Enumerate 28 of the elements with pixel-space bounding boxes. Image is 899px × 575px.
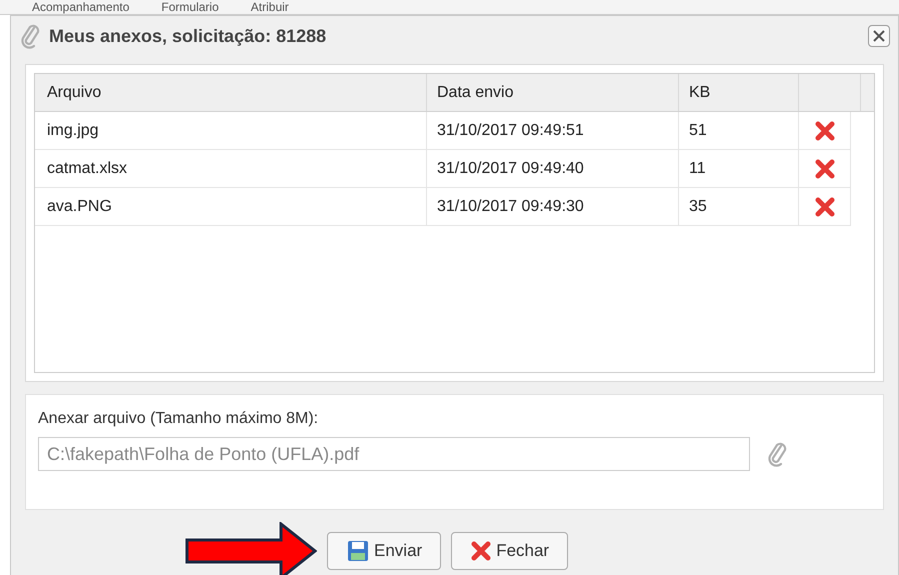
window-title: Meus anexos, solicitação: 81288 (49, 24, 328, 48)
table-cell: 31/10/2017 09:49:30 (427, 188, 679, 225)
paperclip-icon (19, 23, 41, 49)
paperclip-icon (766, 441, 788, 467)
delete-icon[interactable] (814, 120, 836, 142)
column-header[interactable]: Arquivo (35, 74, 427, 111)
table-cell: ava.PNG (35, 188, 427, 225)
close-button[interactable]: Fechar (451, 532, 568, 570)
table-cell: catmat.xlsx (35, 150, 427, 187)
file-path-field[interactable]: C:\fakepath\Folha de Ponto (UFLA).pdf (38, 437, 750, 471)
delete-icon[interactable] (814, 158, 836, 180)
table-cell: 31/10/2017 09:49:51 (427, 112, 679, 149)
close-button[interactable] (868, 25, 890, 47)
column-header[interactable]: KB (679, 74, 799, 111)
close-icon (873, 30, 885, 42)
column-header[interactable]: Data envio (427, 74, 679, 111)
toolbar-label[interactable]: Formulario (161, 0, 219, 14)
close-icon[interactable] (470, 540, 492, 562)
table-cell: img.jpg (35, 112, 427, 149)
delete-icon[interactable] (814, 196, 836, 218)
table-cell: 31/10/2017 09:49:40 (427, 150, 679, 187)
table-cell: 51 (679, 112, 799, 149)
toolbar-label[interactable]: Atribuir (250, 0, 289, 14)
toolbar-label[interactable]: Acompanhamento (32, 0, 130, 14)
table-cell: 35 (679, 188, 799, 225)
table-cell: 11 (679, 150, 799, 187)
send-button[interactable]: Enviar (327, 532, 442, 570)
field-label: Anexar arquivo (Tamanho máximo 8M): (38, 409, 320, 429)
